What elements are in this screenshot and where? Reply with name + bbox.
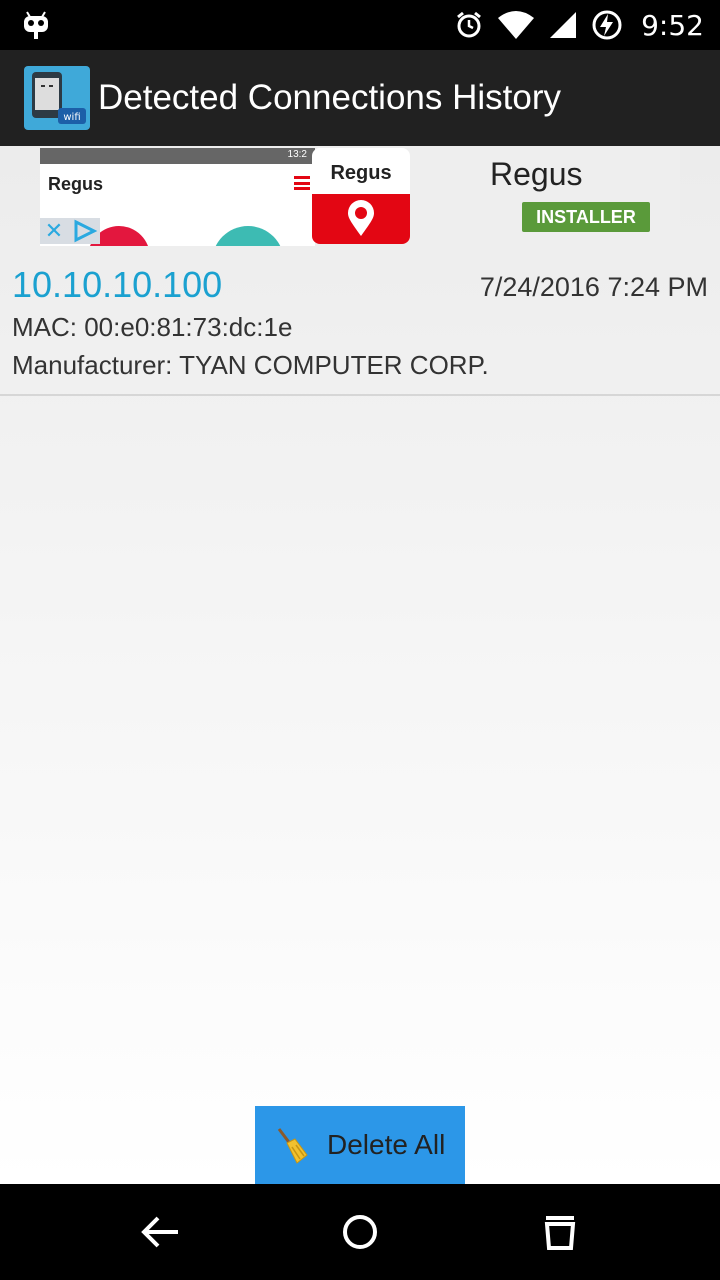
signal-icon xyxy=(550,12,577,38)
android-debug-icon xyxy=(24,11,48,39)
close-icon[interactable]: ✕ xyxy=(40,218,68,244)
clock: 9:52 xyxy=(641,8,704,42)
connection-manufacturer: Manufacturer: TYAN COMPUTER CORP. xyxy=(12,350,489,380)
ad-preview-teal-shape xyxy=(212,226,284,246)
svg-text:wifi: wifi xyxy=(63,112,80,123)
ad-preview-logo: Regus xyxy=(48,174,104,194)
install-button[interactable]: INSTALLER xyxy=(522,202,650,232)
map-pin-icon xyxy=(348,200,374,236)
main-content: 13:2 Regus ✕ Regus Regus INSTALLER 10.10… xyxy=(0,146,720,1184)
back-icon[interactable] xyxy=(140,1212,180,1252)
delete-all-label: Delete All xyxy=(327,1129,446,1160)
ad-tile-logo: Regus xyxy=(330,162,392,184)
ad-app-tile[interactable]: Regus xyxy=(312,148,410,244)
connection-date: 7/24/2016 7:24 PM xyxy=(479,272,708,302)
wifi-icon xyxy=(498,11,535,39)
connection-list-item[interactable]: 10.10.10.100 7/24/2016 7:24 PM MAC: 00:e… xyxy=(0,256,720,396)
page-title: Detected Connections History xyxy=(98,78,561,117)
ad-banner[interactable]: 13:2 Regus ✕ Regus Regus INSTALLER xyxy=(40,146,680,246)
alarm-icon xyxy=(457,11,482,38)
ad-brand-name: Regus xyxy=(490,156,583,192)
battery-charging-icon xyxy=(592,10,622,40)
connection-ip: 10.10.10.100 xyxy=(12,264,223,305)
navigation-bar xyxy=(0,1184,720,1280)
delete-all-button[interactable]: Delete All xyxy=(255,1106,465,1184)
connection-mac: MAC: 00:e0:81:73:dc:1e xyxy=(12,312,293,342)
adchoices-icon[interactable] xyxy=(68,218,100,244)
wifi-phone-app-icon[interactable]: wifi xyxy=(24,66,90,130)
recents-icon[interactable] xyxy=(540,1212,580,1252)
broom-icon xyxy=(277,1128,308,1164)
status-bar: 9:52 xyxy=(0,0,720,50)
home-icon[interactable] xyxy=(340,1212,380,1252)
ad-preview-time: 13:2 xyxy=(287,149,307,160)
adchoices-badge[interactable]: ✕ xyxy=(40,218,100,244)
ad-preview-menu-icon xyxy=(294,176,310,190)
app-bar: wifi Detected Connections History xyxy=(0,50,720,146)
ad-preview-status-bar: 13:2 xyxy=(40,148,315,164)
